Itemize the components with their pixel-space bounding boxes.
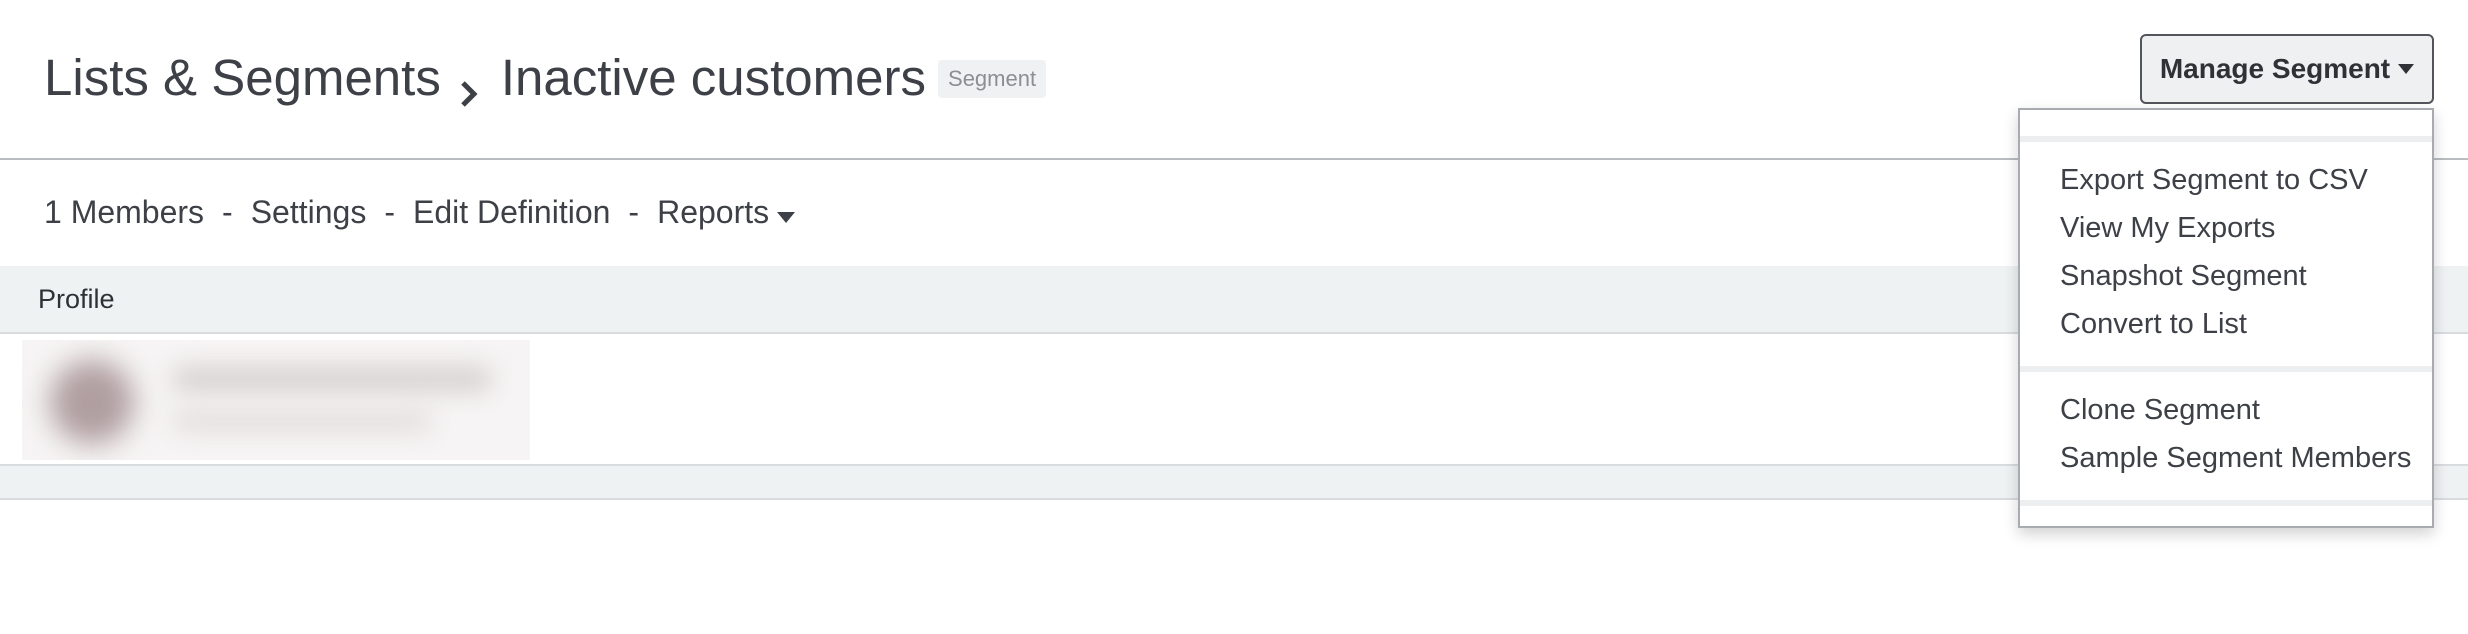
edit-definition-link[interactable]: Edit Definition — [413, 194, 610, 231]
menu-item-export-csv[interactable]: Export Segment to CSV — [2060, 164, 2368, 197]
breadcrumb: Lists & Segments Inactive customers Segm… — [44, 42, 1047, 112]
segment-subnav: 1 Members - Settings - Edit Definition -… — [44, 190, 796, 234]
subnav-separator: - — [222, 193, 233, 230]
page-title: Inactive customers — [500, 48, 927, 106]
menu-divider — [2020, 136, 2432, 142]
column-header-profile[interactable]: Profile — [38, 284, 115, 315]
manage-segment-menu: Export Segment to CSV View My Exports Sn… — [2018, 108, 2434, 528]
menu-item-view-exports[interactable]: View My Exports — [2060, 212, 2275, 245]
menu-item-sample-members[interactable]: Sample Segment Members — [2060, 442, 2411, 475]
settings-link[interactable]: Settings — [251, 194, 367, 231]
caret-down-icon — [2398, 64, 2415, 74]
manage-segment-button[interactable]: Manage Segment — [2140, 34, 2434, 104]
members-link[interactable]: 1 Members — [44, 194, 204, 231]
menu-item-snapshot-segment[interactable]: Snapshot Segment — [2060, 260, 2307, 293]
blurred-profile-cell — [22, 340, 530, 460]
menu-divider — [2020, 500, 2432, 506]
profile-email-redacted — [172, 410, 432, 432]
breadcrumb-lists-segments-link[interactable]: Lists & Segments — [44, 48, 441, 107]
profile-name-redacted — [172, 366, 492, 392]
reports-dropdown[interactable]: Reports — [657, 193, 796, 231]
subnav-separator: - — [628, 193, 640, 230]
caret-down-icon — [777, 211, 796, 223]
avatar — [50, 360, 134, 444]
subnav-separator: - — [384, 193, 395, 230]
menu-item-convert-to-list[interactable]: Convert to List — [2060, 308, 2247, 341]
chevron-right-icon — [459, 62, 479, 107]
menu-item-clone-segment[interactable]: Clone Segment — [2060, 394, 2260, 427]
manage-segment-label: Manage Segment — [2159, 53, 2391, 84]
reports-label: Reports — [657, 193, 770, 230]
segment-badge: Segment — [938, 60, 1047, 98]
menu-divider — [2020, 366, 2432, 372]
